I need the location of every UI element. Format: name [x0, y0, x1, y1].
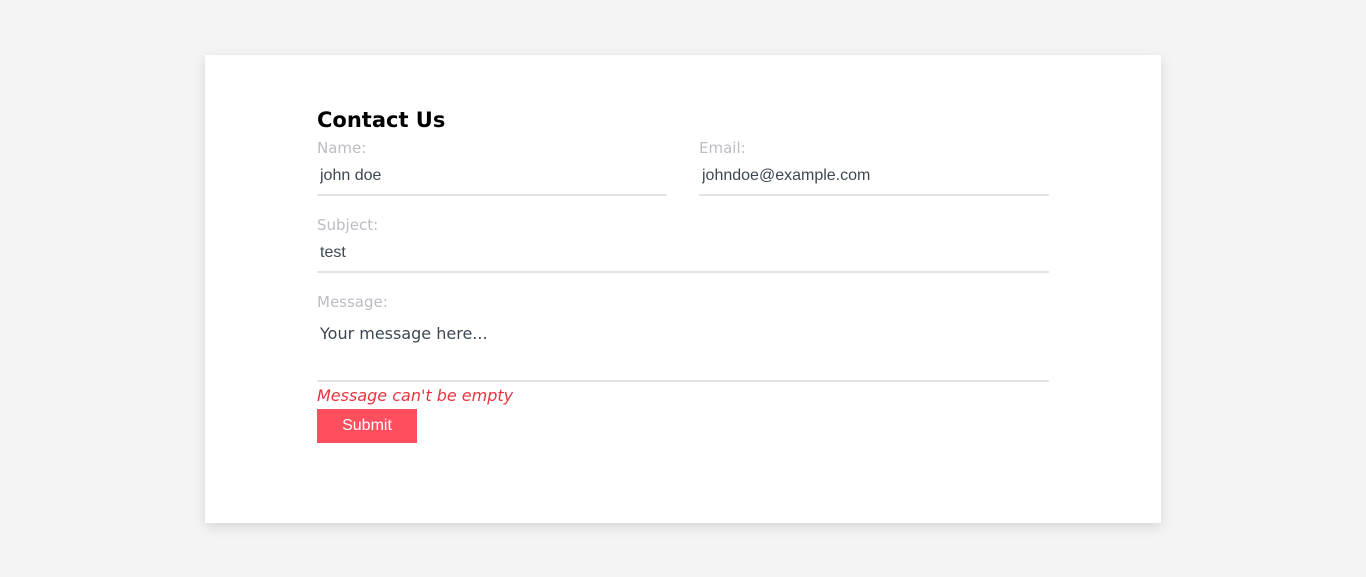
subject-label: Subject: — [317, 216, 379, 234]
email-field-group: Email: — [699, 138, 1049, 196]
email-input[interactable] — [699, 158, 1049, 196]
subject-input[interactable] — [317, 235, 1049, 273]
email-label: Email: — [699, 139, 746, 157]
name-field-group: Name: — [317, 138, 667, 196]
subject-field-group: Subject: — [317, 215, 1049, 273]
name-input[interactable] — [317, 158, 667, 196]
contact-card: Contact Us Name: Email: Subject: Message… — [205, 55, 1161, 523]
message-textarea[interactable] — [317, 312, 1049, 382]
name-label: Name: — [317, 139, 367, 157]
contact-form: Contact Us Name: Email: Subject: Message… — [317, 105, 1049, 443]
name-email-row: Name: Email: — [317, 138, 1049, 196]
message-error-text: Message can't be empty — [317, 386, 514, 405]
message-label: Message: — [317, 293, 388, 311]
form-title: Contact Us — [317, 108, 446, 132]
message-field-group: Message: — [317, 292, 1049, 382]
submit-button[interactable]: Submit — [317, 409, 417, 443]
